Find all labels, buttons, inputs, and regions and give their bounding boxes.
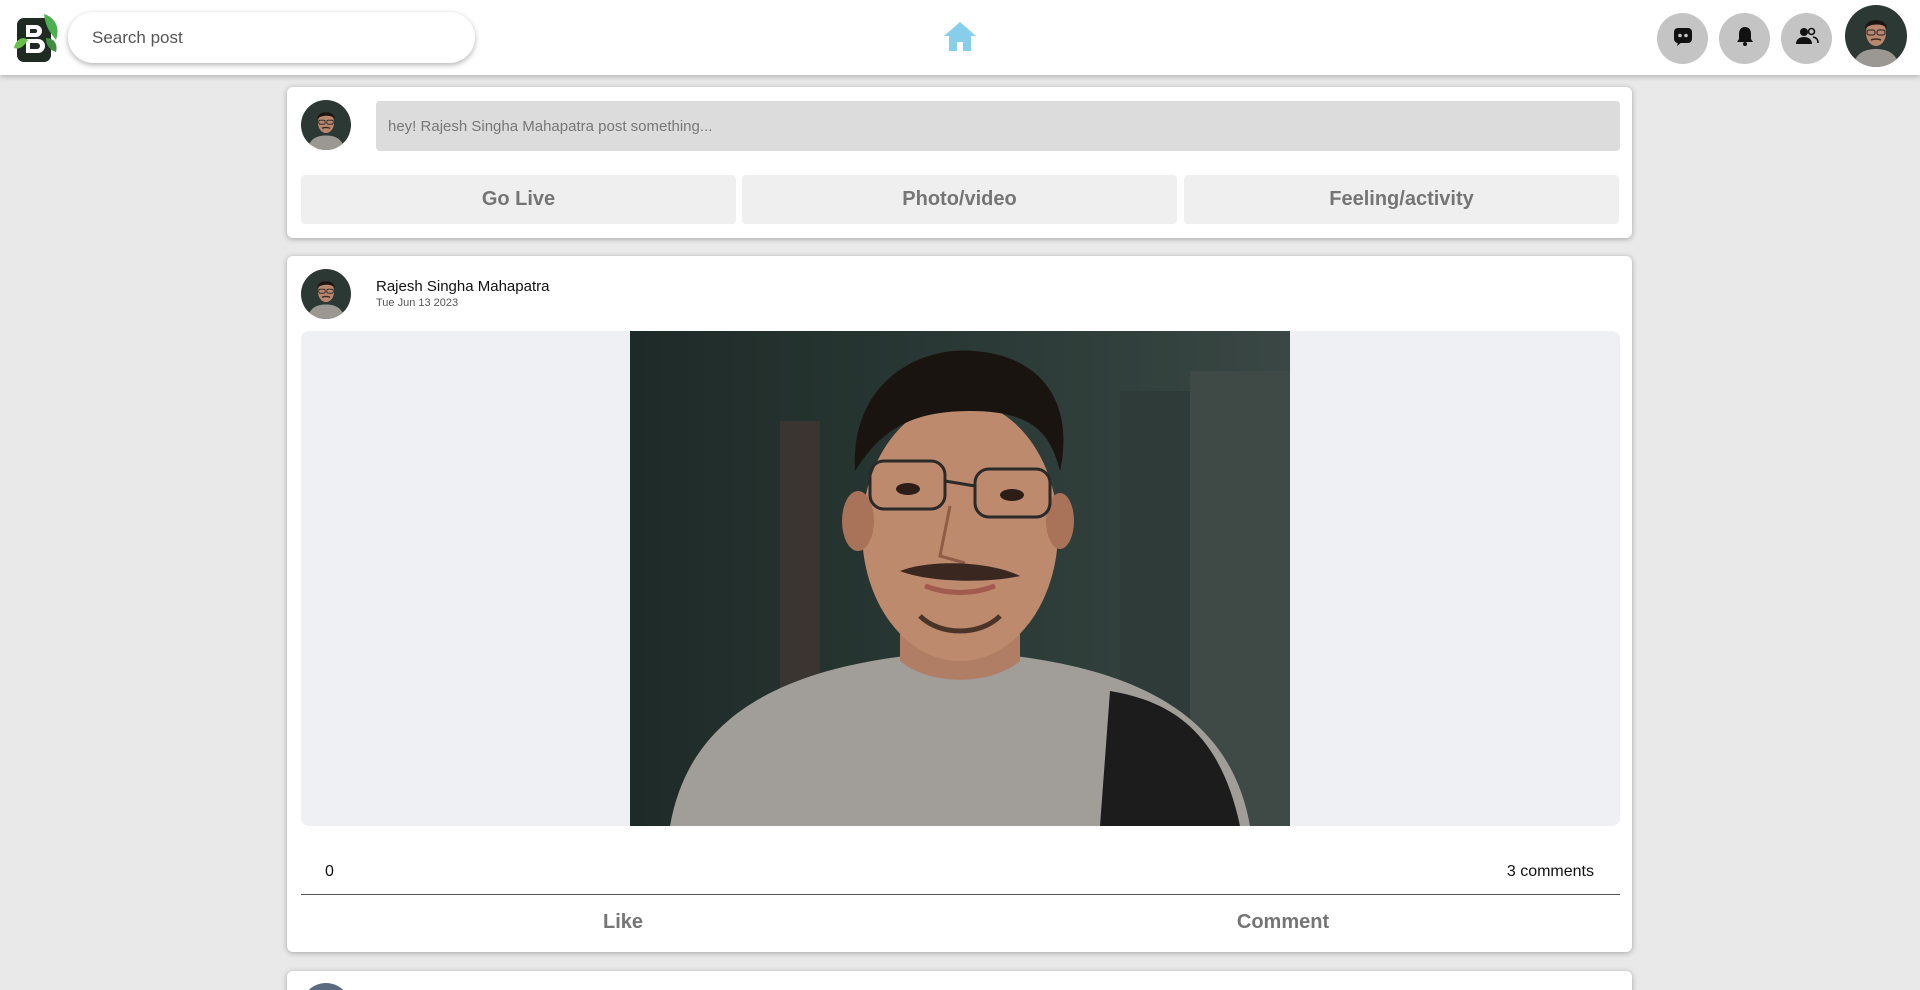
bell-icon: [1734, 25, 1756, 52]
create-post-card: Go Live Photo/video Feeling/activity: [287, 87, 1632, 238]
profile-avatar[interactable]: [1845, 5, 1907, 67]
post-date: Tue Jun 13 2023: [376, 297, 459, 309]
next-post-card: [287, 971, 1632, 990]
top-navbar: [0, 0, 1920, 75]
create-post-input[interactable]: [376, 101, 1620, 151]
post-author-name[interactable]: Rajesh Singha Mahapatra: [376, 278, 549, 295]
like-button[interactable]: Like: [323, 897, 923, 947]
like-count: 0: [325, 863, 334, 880]
comment-count[interactable]: 3 comments: [1507, 863, 1594, 881]
feeling-activity-button[interactable]: Feeling/activity: [1184, 175, 1619, 224]
app-logo[interactable]: [12, 12, 62, 64]
comment-button[interactable]: Comment: [983, 897, 1583, 947]
composer-avatar[interactable]: [301, 100, 351, 150]
search-input[interactable]: [68, 12, 475, 63]
home-icon: [943, 20, 977, 57]
post-card: Rajesh Singha Mahapatra Tue Jun 13 2023: [287, 256, 1632, 952]
photo-video-button[interactable]: Photo/video: [742, 175, 1177, 224]
post-media: [301, 331, 1620, 826]
go-live-button[interactable]: Go Live: [301, 175, 736, 224]
chat-button[interactable]: [1657, 13, 1708, 64]
next-post-avatar[interactable]: [301, 983, 351, 990]
friends-button[interactable]: [1781, 13, 1832, 64]
post-divider: [301, 894, 1620, 895]
users-icon: [1795, 25, 1819, 52]
chat-icon: [1672, 25, 1694, 52]
post-photo[interactable]: [630, 331, 1290, 826]
notifications-button[interactable]: [1719, 13, 1770, 64]
post-author-avatar[interactable]: [301, 269, 351, 319]
home-button[interactable]: [940, 18, 980, 58]
